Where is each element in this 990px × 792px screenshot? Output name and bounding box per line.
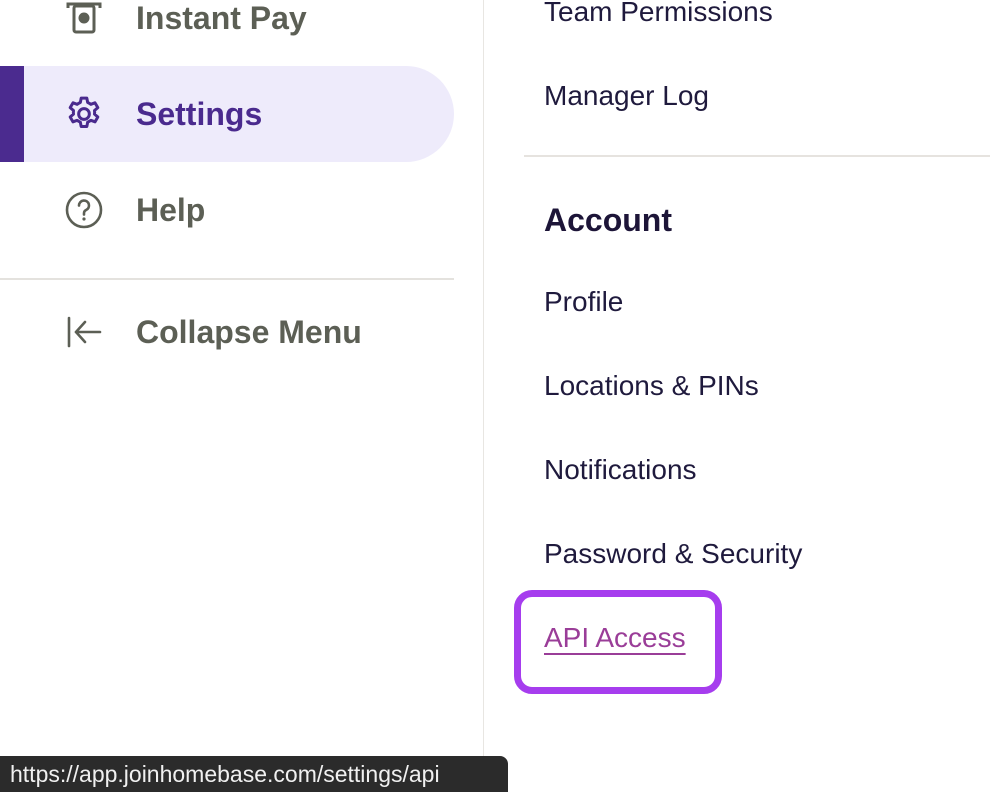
- section-title-account: Account: [544, 202, 672, 238]
- menu-link-profile[interactable]: Profile: [544, 286, 623, 318]
- sidebar-item-label: Help: [136, 191, 206, 228]
- instant-pay-icon: [63, 0, 105, 39]
- menu-divider: [524, 155, 990, 157]
- collapse-menu-button[interactable]: Collapse Menu: [0, 284, 454, 380]
- status-bar-url: https://app.joinhomebase.com/settings/ap…: [0, 756, 508, 792]
- menu-link-manager-log[interactable]: Manager Log: [544, 80, 709, 112]
- sidebar-item-label: Settings: [136, 95, 263, 132]
- sidebar: Instant Pay Settings Help Collapse Menu: [0, 0, 484, 780]
- menu-link-notifications[interactable]: Notifications: [544, 454, 697, 486]
- sidebar-divider: [0, 278, 454, 280]
- sidebar-item-label: Collapse Menu: [136, 313, 362, 350]
- sidebar-item-help[interactable]: Help: [0, 162, 454, 258]
- sidebar-item-settings[interactable]: Settings: [0, 66, 454, 162]
- help-circle-icon: [63, 189, 105, 231]
- collapse-arrow-icon: [63, 311, 105, 353]
- sidebar-item-instant-pay[interactable]: Instant Pay: [0, 0, 454, 66]
- gear-icon: [63, 93, 105, 135]
- menu-link-locations-pins[interactable]: Locations & PINs: [544, 370, 759, 402]
- menu-link-password-security[interactable]: Password & Security: [544, 538, 802, 570]
- menu-link-api-access[interactable]: API Access: [544, 622, 686, 654]
- sidebar-item-label: Instant Pay: [136, 0, 307, 36]
- menu-link-team-permissions[interactable]: Team Permissions: [544, 0, 773, 28]
